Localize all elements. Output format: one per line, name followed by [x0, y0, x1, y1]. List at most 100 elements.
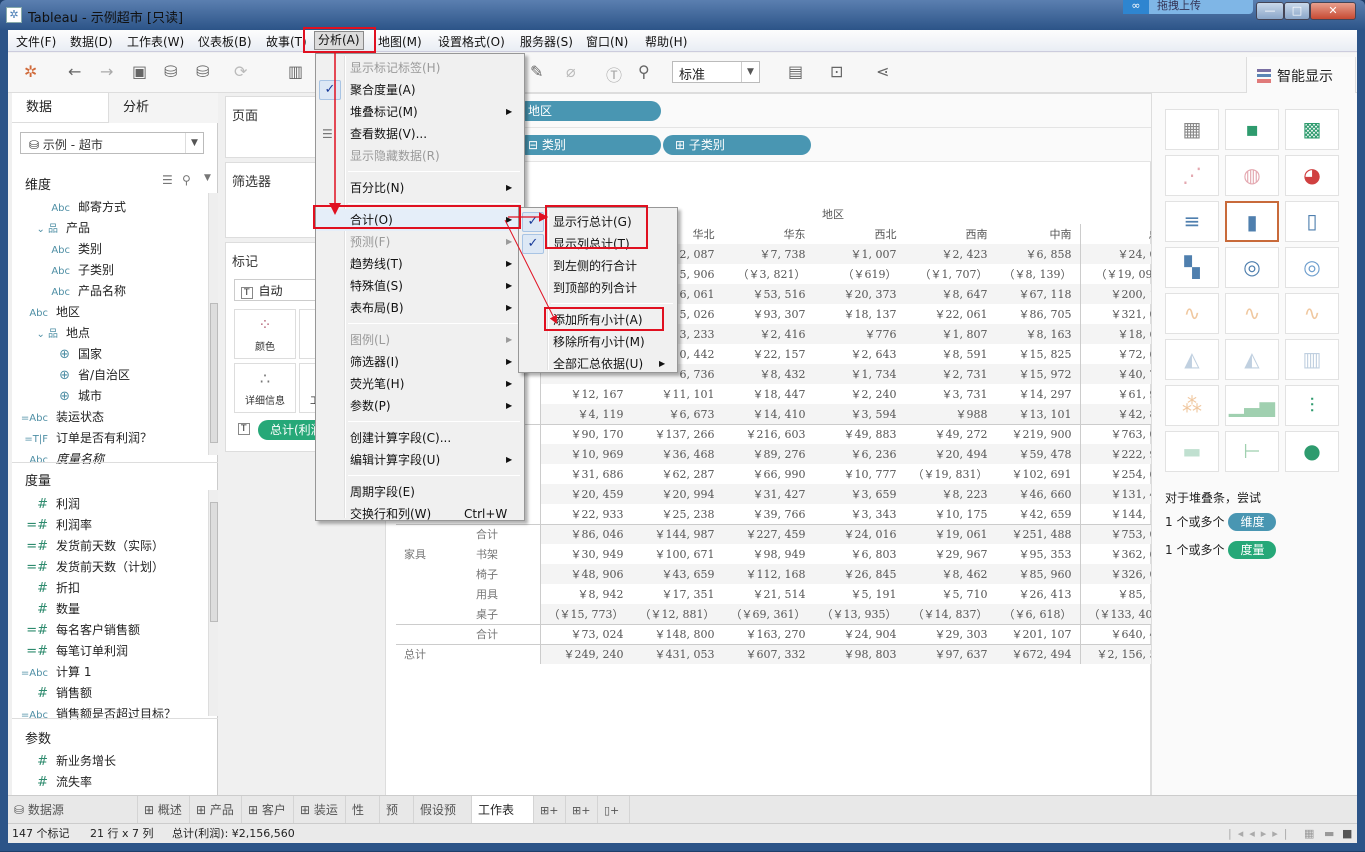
menu-server[interactable]: 服务器(S): [520, 33, 573, 50]
subcategory-cell[interactable]: 合计: [468, 623, 540, 644]
value-cell[interactable]: ￥8, 942: [539, 584, 632, 604]
value-cell[interactable]: ￥19, 061: [904, 523, 996, 544]
value-cell[interactable]: ￥20, 373: [813, 284, 905, 304]
sheet-tab[interactable]: ⊞ 概述: [138, 796, 190, 824]
subcategory-cell[interactable]: [468, 643, 540, 664]
value-cell[interactable]: ￥112, 168: [722, 564, 814, 584]
category-cell[interactable]: [396, 584, 468, 604]
value-cell[interactable]: ￥216, 603: [722, 423, 814, 444]
menu-item[interactable]: 百分比(N) ▶: [316, 177, 524, 199]
value-cell[interactable]: ￥20, 459: [539, 484, 632, 504]
value-cell[interactable]: ￥25, 238: [632, 504, 723, 524]
undo-icon[interactable]: ←: [68, 62, 81, 81]
field-item[interactable]: Abc 类别: [42, 240, 102, 257]
value-cell[interactable]: （￥6, 618）: [995, 604, 1080, 624]
value-cell[interactable]: ￥6, 803: [814, 544, 905, 564]
field-item[interactable]: Abc 地区: [20, 303, 80, 320]
value-cell[interactable]: ￥1, 734: [813, 364, 905, 384]
chart-type-highlight-table[interactable]: ▩: [1285, 109, 1339, 150]
value-cell[interactable]: （￥13, 935）: [813, 604, 905, 624]
value-cell[interactable]: ￥22, 061: [905, 304, 996, 324]
value-cell[interactable]: ￥10, 777: [814, 464, 905, 484]
chart-type-side-by-side-bars[interactable]: ▯: [1285, 201, 1339, 242]
field-item[interactable]: =T|F 订单是否有利润？: [20, 429, 152, 446]
menu-item[interactable]: 显示隐藏数据(R): [316, 145, 524, 167]
menu-item[interactable]: ✓ 显示行总计(G): [519, 211, 677, 233]
value-cell[interactable]: ￥227, 459: [722, 523, 814, 544]
value-cell[interactable]: ￥3, 659: [813, 484, 905, 504]
chart-type-area-discrete[interactable]: ◭: [1225, 339, 1279, 380]
value-cell[interactable]: ￥20, 494: [904, 444, 996, 464]
value-cell[interactable]: ￥201, 107: [995, 623, 1080, 644]
field-item[interactable]: ⌄ 品地点: [18, 324, 90, 341]
field-item[interactable]: =Abc 装运状态: [20, 408, 104, 425]
sheet-nav-icons[interactable]: |◂◂▸▸|: [1228, 824, 1294, 843]
value-cell[interactable]: ￥59, 478: [995, 444, 1080, 464]
chart-type-histogram[interactable]: ▁▃▅: [1225, 385, 1279, 426]
subcategory-pill[interactable]: ⊞ 子类别: [663, 135, 811, 155]
value-cell[interactable]: ￥22, 933: [539, 504, 632, 524]
value-cell[interactable]: ￥8, 163: [995, 324, 1080, 344]
menu-item[interactable]: 编辑计算字段(U) ▶: [316, 449, 524, 471]
value-cell[interactable]: ￥137, 266: [631, 423, 723, 444]
value-cell[interactable]: ￥1, 007: [813, 244, 905, 264]
value-cell[interactable]: ￥90, 170: [539, 423, 632, 444]
subcategory-cell[interactable]: 书架: [468, 544, 540, 564]
datasource-select[interactable]: ⛁ 示例 - 超市 ▼: [20, 132, 204, 154]
value-cell[interactable]: ￥1, 807: [904, 324, 996, 344]
field-item[interactable]: # 流失率: [20, 773, 92, 790]
value-cell[interactable]: ￥11, 101: [632, 384, 723, 404]
menu-item[interactable]: 创建计算字段(C)...: [316, 427, 524, 449]
menu-map[interactable]: 地图(M): [378, 33, 422, 50]
value-cell[interactable]: ￥49, 883: [813, 423, 905, 444]
value-cell[interactable]: ￥144, 987: [631, 523, 723, 544]
chart-type-treemap[interactable]: ▚: [1165, 247, 1219, 288]
value-cell[interactable]: ￥31, 686: [539, 464, 632, 484]
value-cell[interactable]: （￥8, 139）: [996, 264, 1081, 284]
refresh-icon[interactable]: ⟳: [234, 62, 247, 81]
field-item[interactable]: # 数量: [20, 600, 80, 617]
field-item[interactable]: ⊕ 省/自治区: [42, 366, 130, 383]
maximize-button[interactable]: □: [1284, 2, 1310, 20]
sheet-tab[interactable]: 工作表 16: [472, 796, 534, 845]
menu-item[interactable]: 全部汇总依据(U) ▶: [519, 353, 677, 375]
value-cell[interactable]: ￥12, 167: [539, 384, 632, 404]
menu-analysis[interactable]: 分析(A): [314, 31, 364, 50]
chart-type-bullet-graph[interactable]: ⊢: [1225, 431, 1279, 472]
sheet-tab[interactable]: ⛁ 数据源: [8, 796, 138, 824]
chart-type-packed-bubbles[interactable]: ●: [1285, 431, 1339, 472]
value-cell[interactable]: ￥6, 858: [995, 244, 1080, 264]
menu-item[interactable]: ✓ 显示列总计(T): [519, 233, 677, 255]
value-cell[interactable]: ￥8, 462: [904, 564, 996, 584]
field-item[interactable]: =# 每名客户销售额: [20, 621, 140, 638]
value-cell[interactable]: ￥48, 906: [539, 564, 632, 584]
highlight-icon[interactable]: ✎: [530, 62, 543, 81]
field-item[interactable]: =# 发货前天数（实际）: [20, 537, 164, 554]
category-cell[interactable]: [396, 523, 468, 544]
menu-item[interactable]: 移除所有小计(M): [519, 331, 677, 353]
value-cell[interactable]: ￥53, 516: [722, 284, 814, 304]
value-cell[interactable]: ￥21, 514: [723, 584, 814, 604]
sheet-sorter-icon[interactable]: ▦: [1304, 824, 1314, 843]
field-item[interactable]: =Abc 销售额是否超过目标？: [20, 705, 176, 722]
value-cell[interactable]: ￥67, 118: [995, 284, 1080, 304]
value-cell[interactable]: ￥49, 272: [904, 423, 996, 444]
value-cell[interactable]: ￥8, 647: [904, 284, 996, 304]
redo-icon[interactable]: →: [100, 62, 113, 81]
field-item[interactable]: ⊕ 国家: [42, 345, 102, 362]
value-cell[interactable]: ￥988: [904, 404, 996, 424]
value-cell[interactable]: ￥10, 175: [905, 504, 996, 524]
field-item[interactable]: # 利润: [20, 495, 80, 512]
value-cell[interactable]: （￥3, 821）: [723, 264, 814, 284]
value-cell[interactable]: ￥2, 423: [904, 244, 996, 264]
detail-button[interactable]: ∴ 详细信息: [234, 363, 296, 413]
menu-item[interactable]: 合计(O) ▶: [316, 209, 524, 231]
sheet-tab[interactable]: 性能: [346, 796, 380, 845]
menu-file[interactable]: 文件(F): [16, 33, 56, 50]
field-item[interactable]: =# 利润率: [20, 516, 92, 533]
share-icon[interactable]: ⋖: [876, 62, 889, 81]
value-cell[interactable]: ￥39, 766: [723, 504, 814, 524]
menu-item[interactable]: 添加所有小计(A): [519, 309, 677, 331]
field-item[interactable]: Abc 邮寄方式: [42, 198, 126, 215]
tab-analytics[interactable]: 分析: [108, 93, 218, 123]
